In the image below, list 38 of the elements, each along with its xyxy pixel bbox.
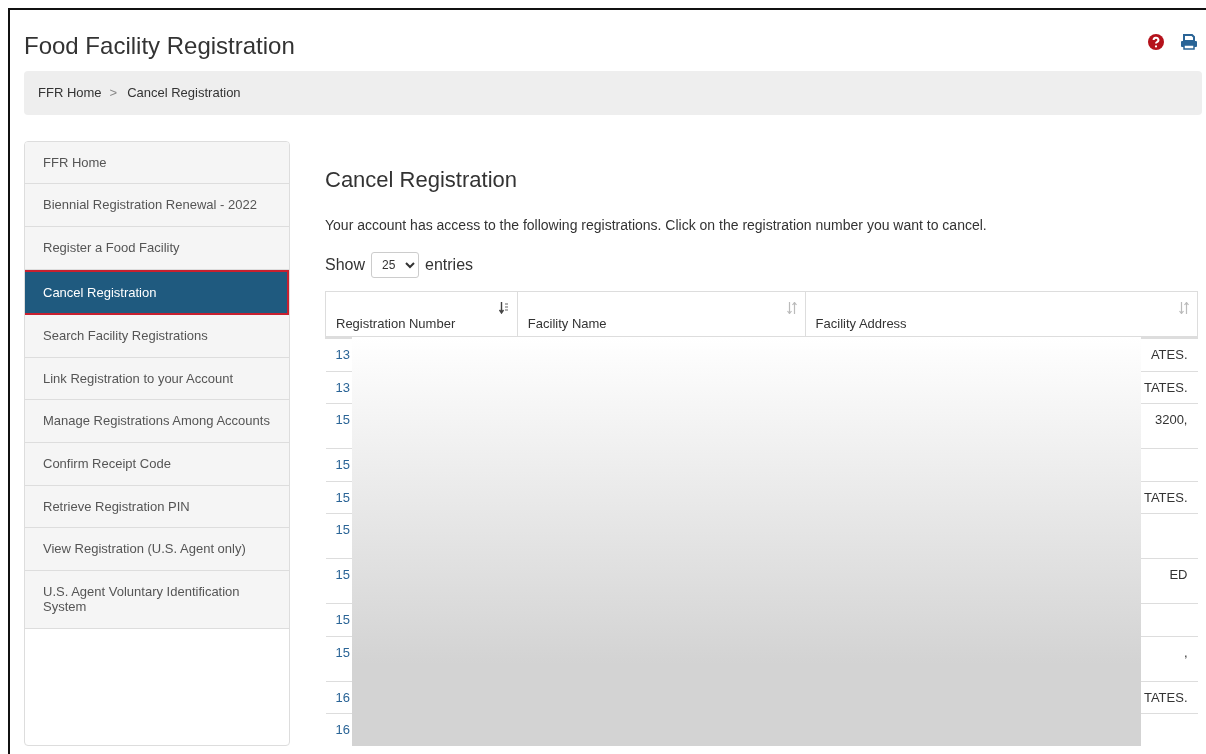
registration-number-link[interactable]: 15 bbox=[335, 412, 350, 428]
sidebar-item[interactable]: Cancel Registration bbox=[25, 269, 289, 316]
sidebar-item[interactable]: View Registration (U.S. Agent only) bbox=[25, 528, 289, 571]
sidebar-item[interactable]: Retrieve Registration PIN bbox=[25, 485, 289, 529]
facility-address-text: ATES. bbox=[1150, 347, 1188, 363]
sidebar-item[interactable]: Biennial Registration Renewal - 2022 bbox=[25, 184, 289, 227]
facility-address-text: 3200, bbox=[1154, 412, 1188, 428]
facility-address-text: TATES. bbox=[1143, 489, 1188, 505]
breadcrumb-link[interactable]: FFR Home bbox=[38, 83, 102, 103]
sidebar-item[interactable]: FFR Home bbox=[25, 141, 289, 185]
sidebar-item[interactable]: Confirm Receipt Code bbox=[25, 442, 289, 486]
registration-number-link[interactable]: 13 bbox=[335, 347, 350, 363]
registration-number-link[interactable]: 15 bbox=[335, 457, 350, 473]
breadcrumb-link[interactable]: Cancel Registration bbox=[127, 83, 241, 103]
entries-select[interactable]: 25 bbox=[371, 252, 420, 279]
sidebar-item[interactable]: Search Facility Registrations bbox=[25, 315, 289, 358]
entries-label: entries bbox=[425, 255, 474, 276]
sidebar-item[interactable]: U.S. Agent Voluntary Identification System bbox=[25, 570, 289, 629]
registration-number-link[interactable]: 13 bbox=[335, 379, 350, 395]
show-label: Show bbox=[325, 255, 366, 276]
facility-address-text: ED bbox=[1169, 567, 1188, 583]
registration-number-link[interactable]: 15 bbox=[335, 612, 350, 628]
facility-address-text: , bbox=[1183, 644, 1188, 660]
page-title: Food Facility Registration bbox=[24, 32, 295, 61]
sidebar-item[interactable]: Register a Food Facility bbox=[25, 227, 289, 270]
registration-number-link[interactable]: 15 bbox=[335, 522, 350, 538]
registration-number-link[interactable]: 16 bbox=[335, 689, 350, 705]
registration-number-link[interactable]: 15 bbox=[335, 567, 350, 583]
registration-number-link[interactable]: 15 bbox=[335, 489, 350, 505]
section-heading: Cancel Registration bbox=[325, 166, 518, 194]
sidebar-item[interactable]: Manage Registrations Among Accounts bbox=[25, 400, 289, 443]
registration-number-link[interactable]: 16 bbox=[335, 722, 350, 738]
intro-text: Your account has access to the following registrations. Click on the registration number you want to cancel. bbox=[325, 216, 988, 236]
sidebar-item[interactable]: Link Registration to your Account bbox=[25, 357, 289, 401]
facility-address-text: TATES. bbox=[1143, 379, 1188, 395]
facility-address-text: TATES. bbox=[1143, 689, 1188, 705]
registration-number-link[interactable]: 15 bbox=[335, 644, 350, 660]
breadcrumb-separator: > bbox=[109, 84, 118, 103]
